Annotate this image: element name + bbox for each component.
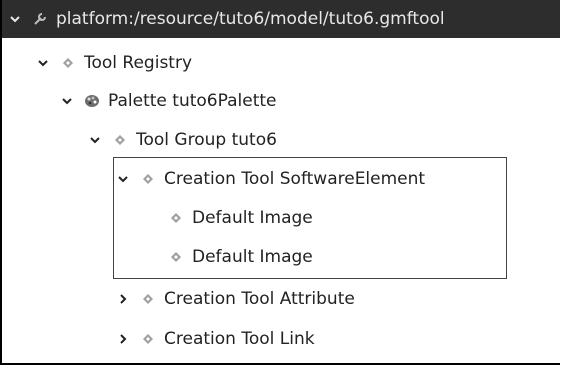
tree-item-creation-tool-attribute[interactable]: Creation Tool Attribute xyxy=(116,280,355,318)
diamond-icon xyxy=(140,171,156,187)
chevron-right-icon[interactable] xyxy=(116,332,130,346)
diamond-icon xyxy=(60,55,76,71)
tree-item-label: Creation Tool SoftwareElement xyxy=(164,168,426,189)
diamond-icon xyxy=(140,331,156,347)
tree-root-row[interactable]: platform:/resource/tuto6/model/tuto6.gmf… xyxy=(2,0,560,38)
chevron-down-icon[interactable] xyxy=(116,172,130,186)
tree-item-label: Creation Tool Attribute xyxy=(164,288,355,309)
tree-item-tool-registry[interactable]: Tool Registry xyxy=(36,44,192,82)
tree-item-label: Tool Registry xyxy=(84,52,193,73)
diamond-icon xyxy=(168,249,184,265)
tree-item-default-image[interactable]: Default Image xyxy=(168,238,313,276)
tree-item-palette[interactable]: Palette tuto6Palette xyxy=(60,82,276,120)
tree-item-label: platform:/resource/tuto6/model/tuto6.gmf… xyxy=(56,8,445,29)
chevron-right-icon[interactable] xyxy=(116,292,130,306)
tree-item-creation-tool-softwareelement[interactable]: Creation Tool SoftwareElement xyxy=(116,160,425,198)
model-tree-view: platform:/resource/tuto6/model/tuto6.gmf… xyxy=(0,0,560,365)
chevron-down-icon[interactable] xyxy=(8,12,22,26)
tree-item-label: Tool Group tuto6 xyxy=(136,129,277,150)
tree-item-label: Creation Tool Link xyxy=(164,328,315,349)
tree-item-default-image[interactable]: Default Image xyxy=(168,199,313,237)
chevron-down-icon[interactable] xyxy=(36,56,50,70)
tree-item-label: Default Image xyxy=(192,207,313,228)
diamond-icon xyxy=(140,291,156,307)
tree-item-label: Default Image xyxy=(192,246,313,267)
palette-icon xyxy=(84,93,100,109)
tree-item-creation-tool-link[interactable]: Creation Tool Link xyxy=(116,320,315,358)
chevron-down-icon[interactable] xyxy=(88,133,102,147)
tree-item-label: Palette tuto6Palette xyxy=(108,90,277,111)
chevron-down-icon[interactable] xyxy=(60,94,74,108)
wrench-icon xyxy=(32,11,48,27)
tree-item-tool-group[interactable]: Tool Group tuto6 xyxy=(88,121,277,159)
diamond-icon xyxy=(168,210,184,226)
diamond-icon xyxy=(112,132,128,148)
